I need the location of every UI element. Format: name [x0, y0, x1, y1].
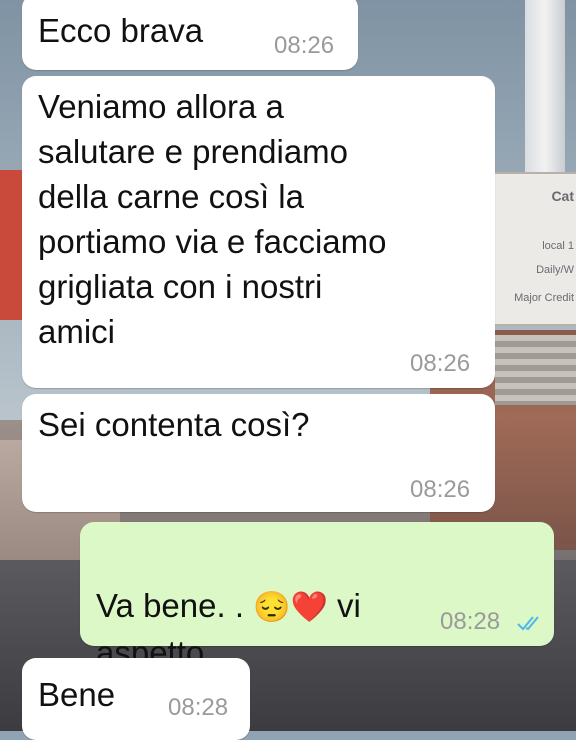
message-bubble-incoming[interactable]: Bene 08:28 [22, 658, 250, 740]
message-timestamp: 08:26 [274, 32, 335, 59]
message-timestamp: 08:26 [410, 350, 471, 377]
read-double-check-icon [517, 616, 539, 631]
message-bubble-incoming[interactable]: Veniamo allora a salutare e prendiamo de… [22, 76, 495, 388]
message-timestamp: 08:28 [168, 694, 229, 721]
message-bubble-incoming[interactable]: Sei contenta così? 08:26 [22, 394, 495, 512]
message-text-part: Va bene. . [96, 587, 254, 624]
wallpaper-motel-sign [0, 170, 22, 320]
message-bubble-incoming[interactable]: Ecco brava 08:26 [22, 0, 358, 70]
message-text: Ecco brava [38, 12, 204, 49]
wallpaper-awning [495, 335, 576, 405]
wallpaper-pole [525, 0, 565, 180]
message-bubble-outgoing[interactable]: Va bene. . 😔❤️ vi aspetto 08:28 [80, 522, 554, 671]
message-timestamp: 08:28 [440, 608, 501, 635]
message-text: Bene [38, 676, 116, 713]
sign-text: Cat [551, 188, 574, 204]
message-timestamp: 08:26 [410, 476, 471, 503]
message-text: Sei contenta così? [38, 406, 310, 443]
sign-text: Daily/W [536, 264, 574, 276]
emoji-sad-heart: 😔❤️ [253, 591, 328, 624]
wallpaper-sign-board: Cat local 1 Daily/W Major Credit [492, 172, 576, 326]
sign-text: Major Credit [514, 292, 574, 304]
message-text: Va bene. . 😔❤️ vi aspetto [96, 538, 361, 675]
sign-text: local 1 [542, 240, 574, 252]
message-text: Veniamo allora a salutare e prendiamo de… [38, 88, 387, 350]
